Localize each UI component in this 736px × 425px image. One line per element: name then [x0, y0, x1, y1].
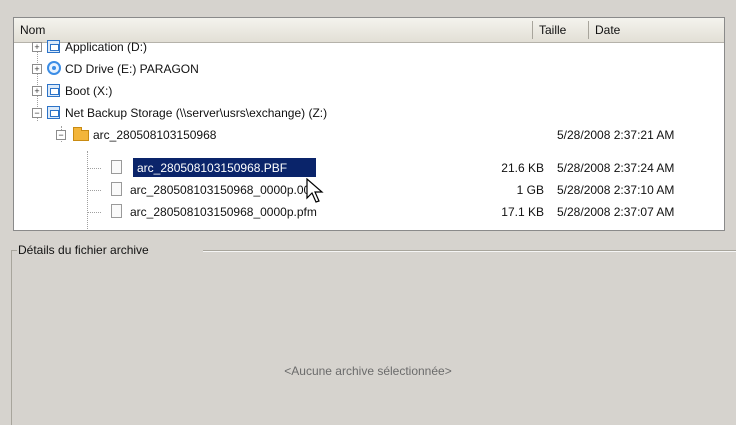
tree-item-pbf-file[interactable]: arc_280508103150968.PBF 21.6 KB 5/28/200…: [14, 158, 724, 178]
tree-item-date: 5/28/2008 2:37:10 AM: [557, 183, 675, 197]
tree-item-label: Boot (X:): [65, 84, 113, 98]
tree-item-cd-drive[interactable]: + CD Drive (E:) PARAGON: [14, 59, 724, 79]
tree-item-date: 5/28/2008 2:37:21 AM: [557, 128, 675, 142]
group-box-border: [203, 250, 736, 252]
file-tree-panel[interactable]: Nom Taille Date + Application (D:) + CD …: [13, 17, 725, 231]
tree-item-label: CD Drive (E:) PARAGON: [65, 62, 199, 76]
tree-item-size: 21.6 KB: [501, 161, 544, 175]
tree-item-date: 5/28/2008 2:37:07 AM: [557, 205, 675, 219]
expand-icon[interactable]: +: [32, 86, 42, 96]
tree-item-label: arc_280508103150968_0000p.000: [130, 183, 317, 197]
tree-item-archive-folder[interactable]: − arc_280508103150968 5/28/2008 2:37:21 …: [14, 125, 724, 145]
file-icon: [111, 182, 122, 196]
tree-item-boot[interactable]: + Boot (X:): [14, 81, 724, 101]
file-icon: [111, 204, 122, 218]
tree-item-000-file[interactable]: arc_280508103150968_0000p.000 1 GB 5/28/…: [14, 180, 724, 200]
mouse-cursor-icon: [306, 178, 324, 203]
tree-item-label: arc_280508103150968.PBF: [137, 161, 288, 175]
no-archive-selected-message: <Aucune archive sélectionnée>: [284, 364, 452, 378]
tree-item-label: arc_280508103150968_0000p.pfm: [130, 205, 317, 219]
group-box-border: [11, 250, 13, 425]
file-icon: [111, 160, 122, 174]
tree-item-label: Net Backup Storage (\\server\usrs\exchan…: [65, 106, 328, 120]
expand-icon[interactable]: +: [32, 64, 42, 74]
tree-item-pfm-file[interactable]: arc_280508103150968_0000p.pfm 17.1 KB 5/…: [14, 202, 724, 222]
collapse-icon[interactable]: −: [56, 130, 66, 140]
tree-item-size: 17.1 KB: [501, 205, 544, 219]
drive-icon: [47, 40, 60, 53]
tree-item-application[interactable]: + Application (D:): [14, 37, 724, 57]
expand-icon[interactable]: +: [32, 42, 42, 52]
tree-item-date: 5/28/2008 2:37:24 AM: [557, 161, 675, 175]
drive-icon: [47, 84, 60, 97]
collapse-icon[interactable]: −: [32, 108, 42, 118]
folder-icon: [73, 127, 89, 141]
network-drive-icon: [47, 106, 60, 119]
details-group-title: Détails du fichier archive: [18, 243, 153, 257]
cd-drive-icon: [47, 61, 61, 75]
tree-item-size: 1 GB: [516, 183, 544, 197]
tree-item-net-backup-storage[interactable]: − Net Backup Storage (\\server\usrs\exch…: [14, 103, 724, 123]
tree-item-label: Application (D:): [65, 40, 148, 54]
tree-item-label: arc_280508103150968: [93, 128, 217, 142]
